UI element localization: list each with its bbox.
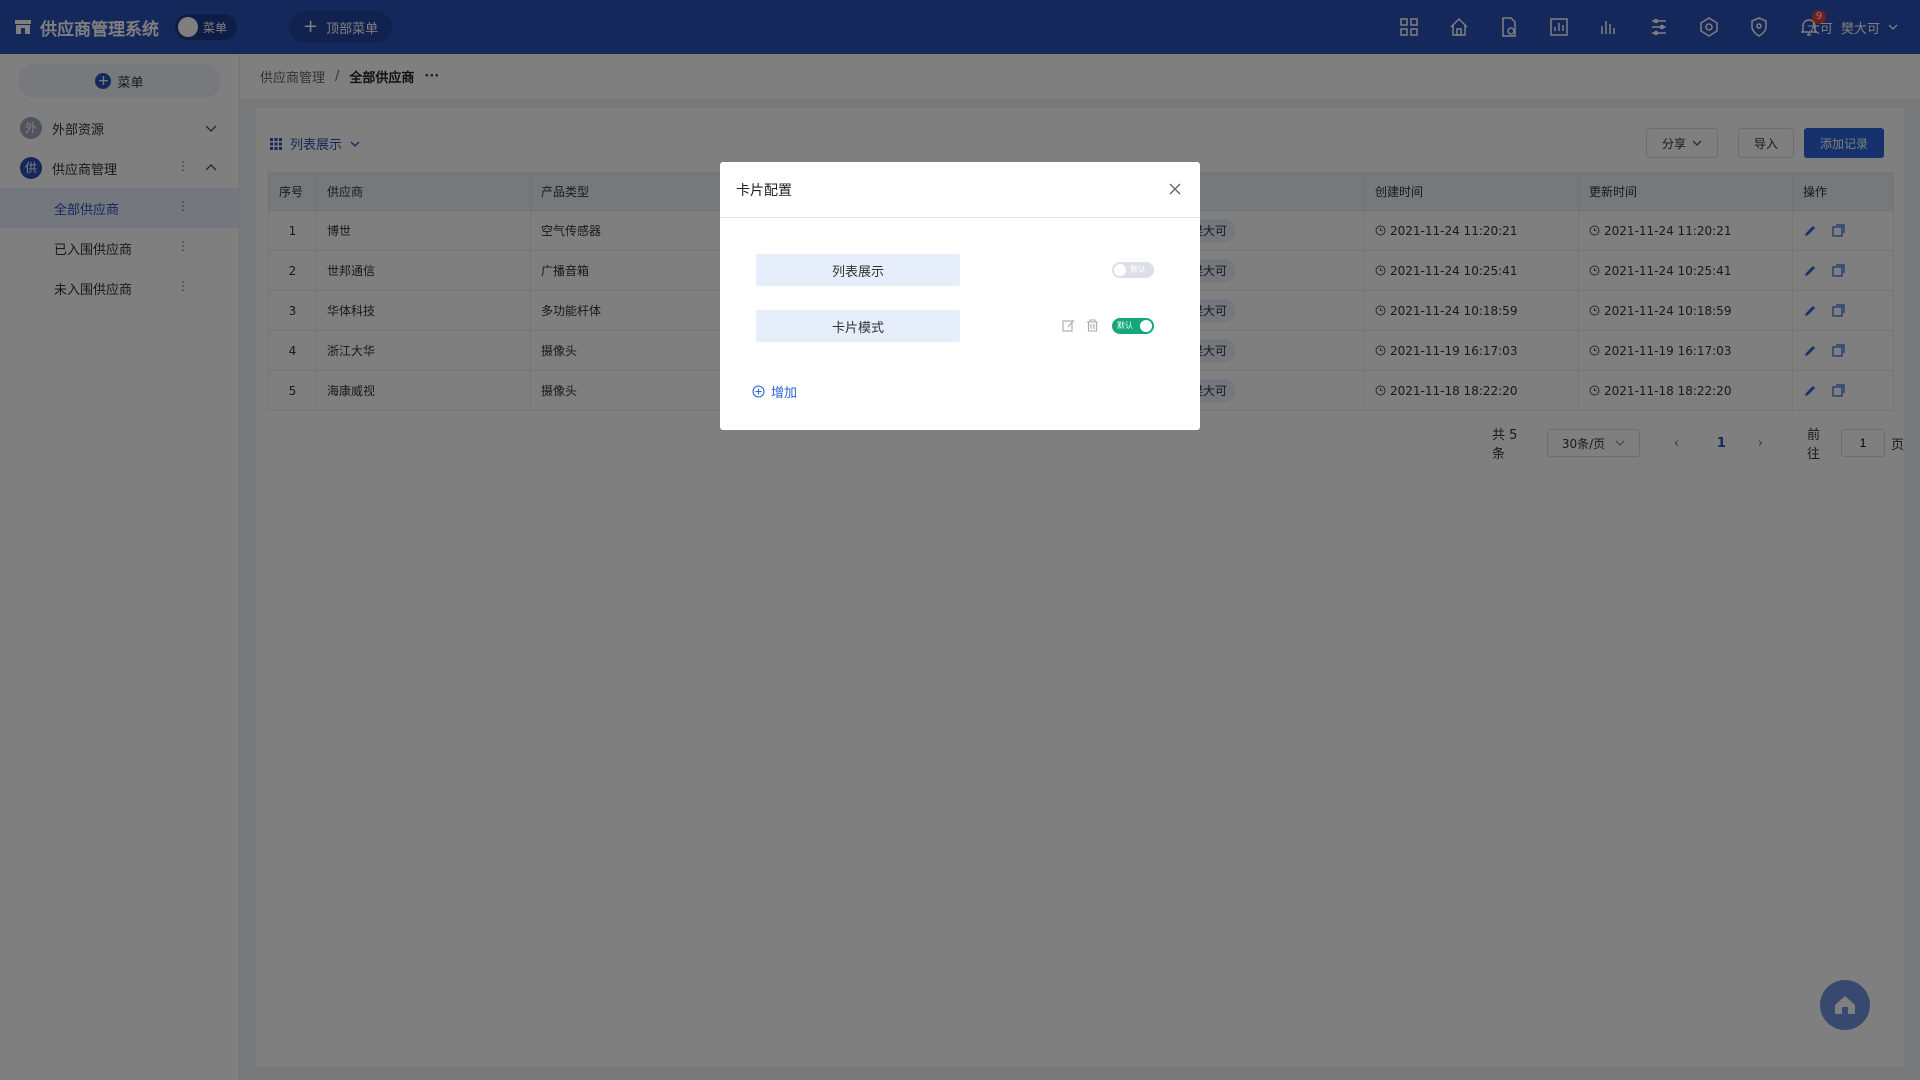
card-config-modal: 卡片配置 列表展示 默认 卡片模式 默认 增加 xyxy=(720,162,1200,430)
delete-icon[interactable] xyxy=(1086,319,1099,332)
modal-header: 卡片配置 xyxy=(720,162,1200,218)
card-name[interactable]: 卡片模式 xyxy=(756,310,960,342)
edit-icon[interactable] xyxy=(1062,319,1075,332)
modal-title: 卡片配置 xyxy=(736,182,792,199)
plus-circle-icon xyxy=(752,385,765,398)
card-row-card-mode: 卡片模式 默认 xyxy=(756,310,1166,342)
add-card-label: 增加 xyxy=(771,386,798,401)
close-icon[interactable] xyxy=(1168,182,1182,196)
default-switch[interactable]: 默认 xyxy=(1112,262,1154,278)
switch-knob xyxy=(1114,264,1126,276)
switch-label: 默认 xyxy=(1130,265,1146,274)
switch-label: 默认 xyxy=(1117,321,1133,330)
card-name[interactable]: 列表展示 xyxy=(756,254,960,286)
add-card-button[interactable]: 增加 xyxy=(752,382,797,401)
card-row-list: 列表展示 默认 xyxy=(756,254,1166,286)
switch-knob xyxy=(1140,320,1152,332)
default-switch[interactable]: 默认 xyxy=(1112,318,1154,334)
